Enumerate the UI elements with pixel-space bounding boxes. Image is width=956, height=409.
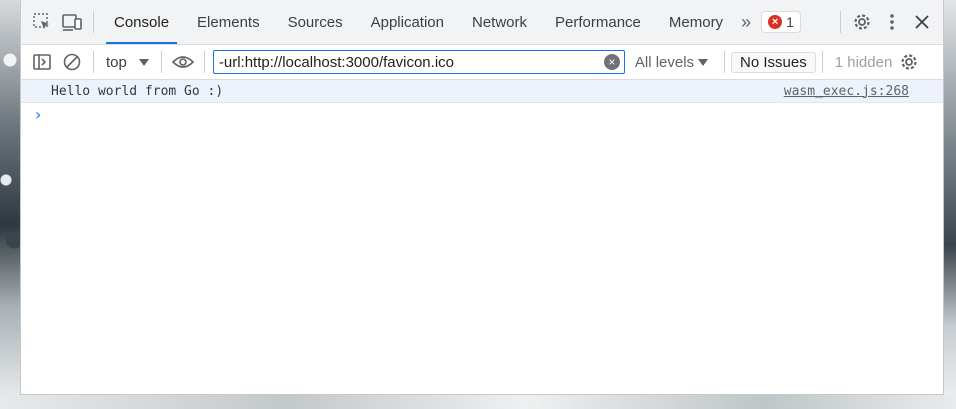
panel-tabs: Console Elements Sources Application Net… (100, 0, 737, 44)
console-message-text: Hello world from Go :) (51, 83, 224, 99)
console-toolbar: top × All levels No Issues 1 hidden (21, 45, 943, 80)
error-count: 1 (786, 14, 794, 30)
desktop-background-right (944, 0, 956, 409)
inspect-element-icon[interactable] (27, 7, 57, 37)
settings-gear-icon[interactable] (847, 7, 877, 37)
error-count-badge[interactable]: × 1 (761, 11, 801, 33)
context-label: top (106, 53, 127, 71)
desktop-background-bottom (0, 395, 956, 409)
toolbar-divider (821, 51, 823, 73)
clear-console-icon[interactable] (57, 47, 87, 77)
hidden-messages-count: 1 hidden (834, 53, 893, 71)
devtools-panel: Console Elements Sources Application Net… (20, 0, 944, 395)
toolbar-divider (93, 51, 94, 73)
clear-filter-icon[interactable]: × (603, 54, 620, 70)
error-icon: × (768, 15, 783, 29)
issues-button[interactable]: No Issues (731, 51, 816, 73)
console-settings-gear-icon[interactable] (894, 47, 924, 77)
more-options-kebab-icon[interactable] (877, 7, 907, 37)
toolbar-divider (840, 11, 841, 33)
toolbar-divider (724, 51, 726, 73)
toolbar-divider (93, 11, 94, 33)
devtools-main-toolbar: Console Elements Sources Application Net… (21, 0, 943, 45)
desktop-background-left (0, 0, 20, 409)
tab-network[interactable]: Network (458, 0, 541, 44)
console-filter-input-box: × (212, 50, 625, 74)
console-message-row: Hello world from Go :) wasm_exec.js:268 (21, 80, 943, 103)
live-expression-eye-icon[interactable] (168, 47, 198, 77)
dropdown-triangle-icon (698, 58, 709, 66)
close-icon[interactable] (907, 7, 937, 37)
tab-elements[interactable]: Elements (183, 0, 274, 44)
message-source-link[interactable]: wasm_exec.js:268 (784, 84, 909, 99)
javascript-context-select[interactable]: top (100, 54, 155, 71)
device-toolbar-icon[interactable] (57, 7, 87, 37)
levels-label: All levels (634, 53, 695, 71)
log-levels-dropdown[interactable]: All levels (625, 54, 718, 71)
toolbar-divider (203, 51, 205, 73)
dropdown-triangle-icon (138, 58, 149, 66)
tab-console[interactable]: Console (100, 0, 183, 44)
more-tabs-chevron-icon[interactable]: » (737, 12, 755, 33)
tab-performance[interactable]: Performance (541, 0, 655, 44)
toolbar-divider (160, 51, 162, 73)
tab-memory[interactable]: Memory (655, 0, 737, 44)
prompt-chevron-icon: › (35, 104, 42, 124)
toolbar-right-actions (834, 7, 943, 37)
console-prompt[interactable]: › (21, 103, 943, 125)
show-sidebar-icon[interactable] (27, 47, 57, 77)
tab-sources[interactable]: Sources (274, 0, 357, 44)
filter-input[interactable] (218, 53, 604, 71)
tab-application[interactable]: Application (357, 0, 458, 44)
